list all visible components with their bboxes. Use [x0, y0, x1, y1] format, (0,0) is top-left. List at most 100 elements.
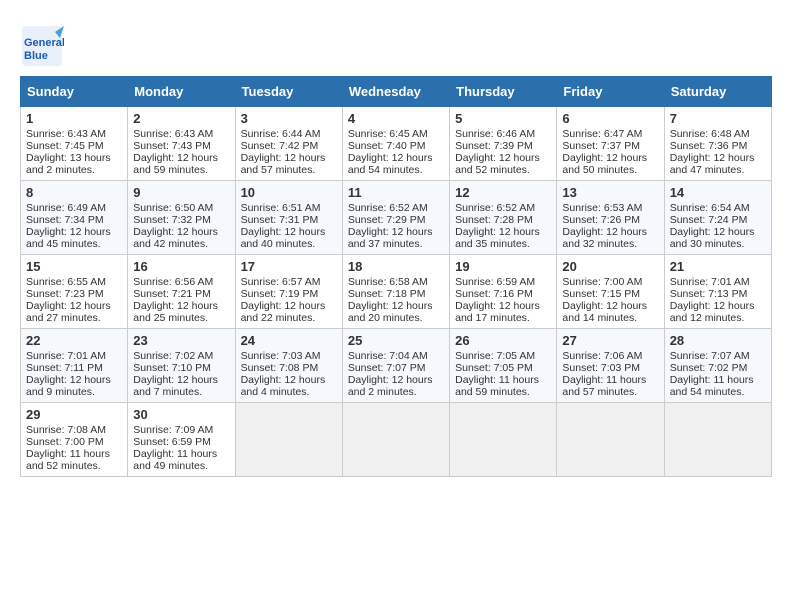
day-info: and 59 minutes.	[133, 164, 229, 176]
calendar-cell	[450, 403, 557, 477]
svg-text:Blue: Blue	[24, 50, 48, 62]
day-info: Sunset: 7:45 PM	[26, 140, 122, 152]
calendar-cell: 29 Sunrise: 7:08 AMSunset: 7:00 PMDayligh…	[21, 403, 128, 477]
day-info: Sunset: 7:07 PM	[348, 362, 444, 374]
day-info: Daylight: 12 hours	[133, 374, 229, 386]
day-info: Sunset: 7:00 PM	[26, 436, 122, 448]
day-info: Daylight: 12 hours	[26, 374, 122, 386]
day-info: Sunrise: 6:58 AM	[348, 276, 444, 288]
day-info: Sunset: 7:28 PM	[455, 214, 551, 226]
day-info: Daylight: 12 hours	[562, 226, 658, 238]
day-info: Sunset: 7:23 PM	[26, 288, 122, 300]
calendar-cell: 20Sunrise: 7:00 AMSunset: 7:15 PMDayligh…	[557, 255, 664, 329]
day-info: and 4 minutes.	[241, 386, 337, 398]
day-info: Sunset: 7:08 PM	[241, 362, 337, 374]
day-info: Sunrise: 6:44 AM	[241, 128, 337, 140]
calendar-cell: 13Sunrise: 6:53 AMSunset: 7:26 PMDayligh…	[557, 181, 664, 255]
calendar-cell: 14Sunrise: 6:54 AMSunset: 7:24 PMDayligh…	[664, 181, 771, 255]
day-info: and 57 minutes.	[241, 164, 337, 176]
day-info: and 47 minutes.	[670, 164, 766, 176]
day-info: and 45 minutes.	[26, 238, 122, 250]
weekday-header-saturday: Saturday	[664, 77, 771, 107]
calendar-cell: 7Sunrise: 6:48 AMSunset: 7:36 PMDaylight…	[664, 107, 771, 181]
calendar-cell: 6Sunrise: 6:47 AMSunset: 7:37 PMDaylight…	[557, 107, 664, 181]
day-info: Sunrise: 6:43 AM	[26, 128, 122, 140]
day-info: Sunrise: 6:52 AM	[348, 202, 444, 214]
day-info: Sunrise: 7:06 AM	[562, 350, 658, 362]
day-info: and 54 minutes.	[670, 386, 766, 398]
day-number: 18	[348, 259, 444, 274]
day-info: and 37 minutes.	[348, 238, 444, 250]
calendar-cell: 28Sunrise: 7:07 AMSunset: 7:02 PMDayligh…	[664, 329, 771, 403]
day-info: Sunset: 7:39 PM	[455, 140, 551, 152]
day-number: 26	[455, 333, 551, 348]
day-info: Daylight: 11 hours	[455, 374, 551, 386]
weekday-header-thursday: Thursday	[450, 77, 557, 107]
calendar-cell: 16Sunrise: 6:56 AMSunset: 7:21 PMDayligh…	[128, 255, 235, 329]
day-info: Daylight: 11 hours	[562, 374, 658, 386]
day-number: 6	[562, 111, 658, 126]
day-info: Sunrise: 6:43 AM	[133, 128, 229, 140]
day-number: 15	[26, 259, 122, 274]
day-info: Sunrise: 7:02 AM	[133, 350, 229, 362]
day-info: and 35 minutes.	[455, 238, 551, 250]
day-info: and 27 minutes.	[26, 312, 122, 324]
svg-text:General: General	[24, 37, 64, 49]
calendar-cell: 17Sunrise: 6:57 AMSunset: 7:19 PMDayligh…	[235, 255, 342, 329]
day-info: Daylight: 12 hours	[348, 374, 444, 386]
day-number: 4	[348, 111, 444, 126]
day-info: Daylight: 12 hours	[348, 152, 444, 164]
day-info: Sunrise: 7:05 AM	[455, 350, 551, 362]
day-info: and 25 minutes.	[133, 312, 229, 324]
day-number: 9	[133, 185, 229, 200]
day-info: Sunset: 7:15 PM	[562, 288, 658, 300]
day-info: Sunset: 7:05 PM	[455, 362, 551, 374]
weekday-header-wednesday: Wednesday	[342, 77, 449, 107]
day-info: and 22 minutes.	[241, 312, 337, 324]
day-number: 8	[26, 185, 122, 200]
day-info: Daylight: 11 hours	[26, 448, 122, 460]
day-info: and 52 minutes.	[26, 460, 122, 472]
day-info: Daylight: 11 hours	[670, 374, 766, 386]
day-number: 2	[133, 111, 229, 126]
calendar-cell: 2Sunrise: 6:43 AMSunset: 7:43 PMDaylight…	[128, 107, 235, 181]
day-number: 10	[241, 185, 337, 200]
calendar-cell: 30Sunrise: 7:09 AMSunset: 6:59 PMDayligh…	[128, 403, 235, 477]
day-info: and 17 minutes.	[455, 312, 551, 324]
day-info: Daylight: 12 hours	[241, 152, 337, 164]
day-info: Daylight: 12 hours	[133, 226, 229, 238]
day-number: 22	[26, 333, 122, 348]
day-info: and 54 minutes.	[348, 164, 444, 176]
day-info: Sunset: 7:10 PM	[133, 362, 229, 374]
calendar-cell: 9Sunrise: 6:50 AMSunset: 7:32 PMDaylight…	[128, 181, 235, 255]
day-info: Sunset: 7:24 PM	[670, 214, 766, 226]
day-info: and 12 minutes.	[670, 312, 766, 324]
logo: General Blue	[20, 24, 64, 68]
day-info: Sunset: 6:59 PM	[133, 436, 229, 448]
day-info: Sunrise: 7:08 AM	[26, 424, 122, 436]
day-info: and 32 minutes.	[562, 238, 658, 250]
day-info: Sunrise: 6:45 AM	[348, 128, 444, 140]
day-number: 13	[562, 185, 658, 200]
day-info: Sunset: 7:13 PM	[670, 288, 766, 300]
day-info: Sunset: 7:32 PM	[133, 214, 229, 226]
day-info: Sunset: 7:03 PM	[562, 362, 658, 374]
day-info: Daylight: 12 hours	[670, 152, 766, 164]
calendar-cell	[235, 403, 342, 477]
day-info: and 50 minutes.	[562, 164, 658, 176]
day-info: Sunset: 7:16 PM	[455, 288, 551, 300]
day-info: Daylight: 12 hours	[455, 152, 551, 164]
day-info: Sunrise: 6:48 AM	[670, 128, 766, 140]
day-info: and 7 minutes.	[133, 386, 229, 398]
day-info: Daylight: 12 hours	[26, 300, 122, 312]
day-info: Daylight: 11 hours	[133, 448, 229, 460]
day-info: Daylight: 12 hours	[670, 226, 766, 238]
day-info: Sunset: 7:43 PM	[133, 140, 229, 152]
weekday-header-sunday: Sunday	[21, 77, 128, 107]
day-info: Sunrise: 7:01 AM	[670, 276, 766, 288]
calendar-cell: 3Sunrise: 6:44 AMSunset: 7:42 PMDaylight…	[235, 107, 342, 181]
day-info: Sunset: 7:29 PM	[348, 214, 444, 226]
day-number: 29	[26, 407, 122, 422]
day-info: Daylight: 12 hours	[348, 300, 444, 312]
day-info: Sunrise: 7:04 AM	[348, 350, 444, 362]
